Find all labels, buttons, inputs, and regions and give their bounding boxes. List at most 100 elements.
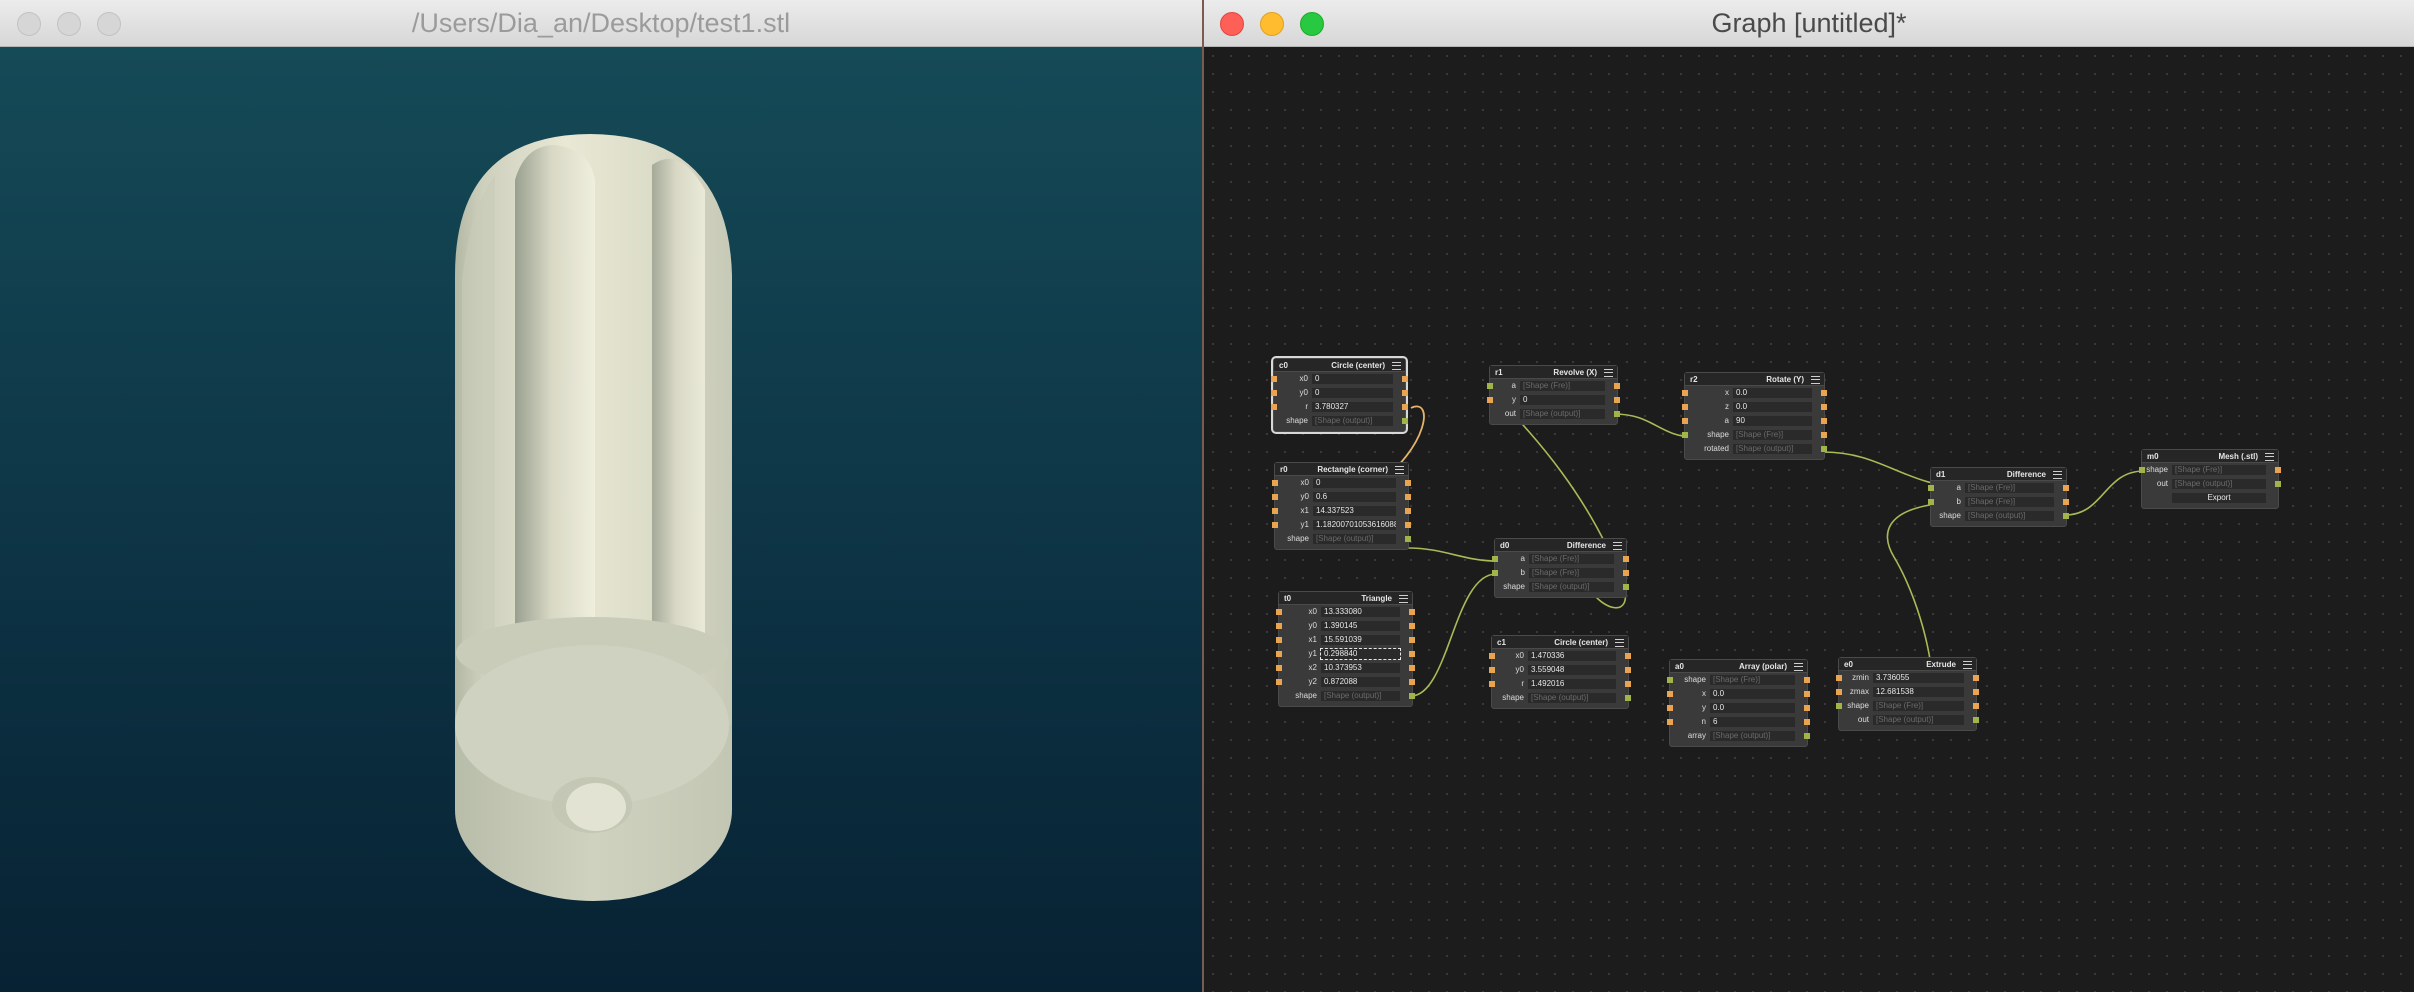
node-extrude-e0[interactable]: e0 Extrude zmin 3.736055 zmax 12.681538 shape […: [1836, 657, 1979, 731]
param-value-field[interactable]: 0.6: [1313, 492, 1396, 502]
param-value-field[interactable]: 1.470336: [1528, 651, 1616, 661]
output-port[interactable]: [1625, 653, 1631, 659]
input-port[interactable]: [1492, 570, 1498, 576]
node-difference-d1[interactable]: d1 Difference a [Shape (Fre)] b [Shape (Fre)]…: [1928, 467, 2069, 527]
output-port[interactable]: [2275, 467, 2281, 473]
input-port[interactable]: [1487, 383, 1493, 389]
output-port[interactable]: [1614, 411, 1620, 417]
viewer-titlebar[interactable]: /Users/Dia_an/Desktop/test1.stl: [0, 0, 1202, 47]
output-port[interactable]: [1804, 733, 1810, 739]
param-value-field[interactable]: 90: [1733, 416, 1812, 426]
output-port[interactable]: [1402, 404, 1408, 410]
node-header[interactable]: c1 Circle (center): [1492, 636, 1628, 649]
input-port[interactable]: [1276, 609, 1282, 615]
hamburger-menu-icon[interactable]: [1811, 376, 1820, 384]
input-port[interactable]: [1667, 691, 1673, 697]
output-port[interactable]: [1973, 689, 1979, 695]
output-port[interactable]: [1804, 677, 1810, 683]
hamburger-menu-icon[interactable]: [1963, 661, 1972, 669]
hamburger-menu-icon[interactable]: [2265, 453, 2274, 461]
hamburger-menu-icon[interactable]: [1613, 542, 1622, 550]
output-port[interactable]: [1623, 556, 1629, 562]
node-circle-center-c1[interactable]: c1 Circle (center) x0 1.470336 y0 3.559048 r 1.…: [1489, 635, 1631, 709]
param-value-field[interactable]: 0.872088: [1321, 677, 1400, 687]
3d-viewport[interactable]: [0, 47, 1202, 992]
param-value-field[interactable]: 15.591039: [1321, 635, 1400, 645]
output-port[interactable]: [2275, 481, 2281, 487]
output-port[interactable]: [1804, 719, 1810, 725]
output-port[interactable]: [1614, 397, 1620, 403]
output-port[interactable]: [1405, 480, 1411, 486]
node-header[interactable]: a0 Array (polar): [1670, 660, 1807, 673]
node-header[interactable]: d0 Difference: [1495, 539, 1626, 552]
param-value-field[interactable]: 14.337523: [1313, 506, 1396, 516]
output-port[interactable]: [1625, 681, 1631, 687]
node-header[interactable]: r0 Rectangle (corner): [1275, 463, 1408, 476]
output-port[interactable]: [1402, 418, 1408, 424]
input-port[interactable]: [1682, 390, 1688, 396]
input-port[interactable]: [2139, 467, 2145, 473]
input-port[interactable]: [1492, 556, 1498, 562]
input-port[interactable]: [1272, 522, 1278, 528]
node-header[interactable]: r2 Rotate (Y): [1685, 373, 1824, 386]
output-port[interactable]: [1409, 651, 1415, 657]
input-port[interactable]: [1272, 480, 1278, 486]
output-port[interactable]: [1614, 383, 1620, 389]
input-port[interactable]: [1276, 651, 1282, 657]
node-header[interactable]: t0 Triangle: [1279, 592, 1412, 605]
param-value-field[interactable]: 0.0: [1733, 402, 1812, 412]
param-value-field[interactable]: 10.373953: [1321, 663, 1400, 673]
output-port[interactable]: [1623, 570, 1629, 576]
output-port[interactable]: [1821, 404, 1827, 410]
input-port[interactable]: [1489, 653, 1495, 659]
output-port[interactable]: [1402, 390, 1408, 396]
param-value-field[interactable]: 3.559048: [1528, 665, 1616, 675]
node-header[interactable]: m0 Mesh (.stl): [2142, 450, 2278, 463]
output-port[interactable]: [1625, 667, 1631, 673]
output-port[interactable]: [1804, 691, 1810, 697]
output-port[interactable]: [1973, 717, 1979, 723]
input-port[interactable]: [1667, 677, 1673, 683]
node-mesh-stl-m0[interactable]: m0 Mesh (.stl) shape [Shape (Fre)] out [Shape…: [2139, 449, 2281, 509]
input-port[interactable]: [1928, 499, 1934, 505]
output-port[interactable]: [1623, 584, 1629, 590]
param-value-field[interactable]: 1.390145: [1321, 621, 1400, 631]
input-port[interactable]: [1836, 689, 1842, 695]
output-port[interactable]: [1409, 623, 1415, 629]
hamburger-menu-icon[interactable]: [1392, 362, 1401, 370]
hamburger-menu-icon[interactable]: [1399, 595, 1408, 603]
output-port[interactable]: [1409, 609, 1415, 615]
hamburger-menu-icon[interactable]: [1395, 466, 1404, 474]
input-port[interactable]: [1928, 485, 1934, 491]
param-value-field[interactable]: 0.0: [1710, 703, 1795, 713]
output-port[interactable]: [1821, 390, 1827, 396]
node-header[interactable]: d1 Difference: [1931, 468, 2066, 481]
graph-titlebar[interactable]: Graph [untitled]*: [1204, 0, 2414, 47]
node-header[interactable]: r1 Revolve (X): [1490, 366, 1617, 379]
output-port[interactable]: [2063, 499, 2069, 505]
param-value-field[interactable]: 13.333080: [1321, 607, 1400, 617]
input-port[interactable]: [1271, 376, 1277, 382]
param-value-field[interactable]: 0: [1312, 388, 1393, 398]
output-port[interactable]: [1405, 508, 1411, 514]
param-value-field[interactable]: 1.492016: [1528, 679, 1616, 689]
input-port[interactable]: [1272, 494, 1278, 500]
node-header[interactable]: e0 Extrude: [1839, 658, 1976, 671]
node-array-polar-a0[interactable]: a0 Array (polar) shape [Shape (Fre)] x 0.0 y 0.…: [1667, 659, 1810, 747]
output-port[interactable]: [1409, 665, 1415, 671]
output-port[interactable]: [1409, 637, 1415, 643]
node-header[interactable]: c0 Circle (center): [1274, 359, 1405, 372]
input-port[interactable]: [1276, 665, 1282, 671]
input-port[interactable]: [1487, 397, 1493, 403]
input-port[interactable]: [1682, 432, 1688, 438]
output-port[interactable]: [1409, 679, 1415, 685]
input-port[interactable]: [1272, 508, 1278, 514]
export-button[interactable]: Export: [2172, 493, 2266, 503]
param-value-field[interactable]: 0.0: [1733, 388, 1812, 398]
input-port[interactable]: [1271, 390, 1277, 396]
param-value-field[interactable]: 6: [1710, 717, 1795, 727]
input-port[interactable]: [1489, 667, 1495, 673]
param-value-field[interactable]: 3.780327: [1312, 402, 1393, 412]
input-port[interactable]: [1271, 404, 1277, 410]
output-port[interactable]: [1405, 536, 1411, 542]
